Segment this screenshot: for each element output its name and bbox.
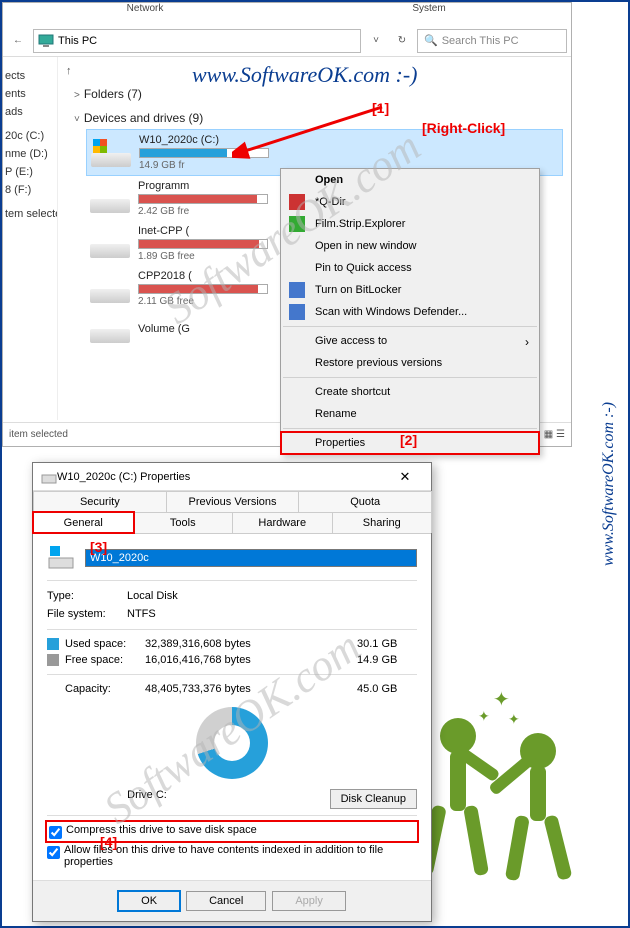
type-value: Local Disk	[127, 590, 178, 602]
index-checkbox[interactable]	[47, 846, 60, 859]
sidebar-item[interactable]: 8 (F:)	[3, 181, 57, 199]
svg-text:✦: ✦	[508, 711, 520, 727]
context-menu-item[interactable]: Turn on BitLocker	[281, 279, 539, 301]
annotation-2: [2]	[400, 432, 417, 448]
tab-security[interactable]: Security	[33, 491, 167, 512]
context-menu-item[interactable]: Open in new window	[281, 235, 539, 257]
svg-text:✦: ✦	[478, 708, 490, 724]
defender-icon	[289, 304, 305, 320]
drive-icon	[90, 315, 130, 343]
drive-icon	[90, 185, 130, 213]
tab-general[interactable]: General	[33, 512, 134, 533]
capacity-bytes: 48,405,733,376 bytes	[145, 683, 357, 695]
drive-name-input[interactable]	[85, 549, 417, 567]
sidebar-item[interactable]: tem selected	[3, 205, 57, 223]
decorative-figures: ✦ ✦ ✦	[408, 686, 588, 906]
disk-cleanup-button[interactable]: Disk Cleanup	[330, 789, 417, 809]
drive-icon	[91, 139, 131, 167]
sidebar-item[interactable]: P (E:)	[3, 163, 57, 181]
refresh-icon[interactable]: ↻	[391, 35, 413, 46]
usage-donut-chart	[196, 707, 268, 779]
properties-dialog: W10_2020c (C:) Properties ✕ SecurityPrev…	[32, 462, 432, 922]
sidebar-item[interactable]: 20c (C:)	[3, 127, 57, 145]
sidebar-fragment: ectsentsads 20c (C:)nme (D:)P (E:)8 (F:) t…	[3, 57, 58, 420]
cancel-button[interactable]: Cancel	[186, 891, 266, 911]
ribbon-network[interactable]: Network	[3, 3, 287, 25]
tab-tools[interactable]: Tools	[133, 512, 234, 533]
context-menu: Open*Q-DirFilm.Strip.ExplorerOpen in new…	[280, 168, 540, 455]
annotation-4: [4]	[100, 834, 117, 850]
context-menu-item[interactable]: Scan with Windows Defender...	[281, 301, 539, 323]
tab-previous-versions[interactable]: Previous Versions	[166, 491, 300, 512]
context-menu-item[interactable]: Rename	[281, 403, 539, 425]
apply-button[interactable]: Apply	[272, 891, 346, 911]
fs-value: NTFS	[127, 608, 156, 620]
ribbon-system[interactable]: System	[287, 3, 571, 25]
close-icon[interactable]: ✕	[387, 469, 423, 485]
ok-button[interactable]: OK	[118, 891, 180, 911]
tab-hardware[interactable]: Hardware	[232, 512, 333, 533]
bitlocker-icon	[289, 282, 305, 298]
vertical-watermark: www.SoftwareOK.com :-)	[600, 402, 618, 566]
view-icons[interactable]: ▦ ☰	[544, 429, 565, 440]
drive-icon	[90, 230, 130, 258]
up-icon[interactable]: ↑	[66, 65, 72, 77]
context-menu-item[interactable]: Pin to Quick access	[281, 257, 539, 279]
drive-icon	[41, 469, 57, 485]
url-overlay: www.SoftwareOK.com :-)	[192, 62, 418, 88]
pc-icon	[38, 33, 54, 49]
qdir-icon	[289, 194, 305, 210]
search-icon: 🔍	[424, 34, 438, 47]
nav-back-icon[interactable]: ←	[7, 35, 29, 46]
context-menu-item[interactable]: Give access to	[281, 330, 539, 352]
sidebar-item[interactable]: ects	[3, 67, 57, 85]
context-menu-item[interactable]: *Q-Dir	[281, 191, 539, 213]
status-text: item selected	[9, 429, 68, 440]
context-menu-item[interactable]: Film.Strip.Explorer	[281, 213, 539, 235]
annotation-3: [3]	[90, 539, 107, 555]
used-bytes: 32,389,316,608 bytes	[145, 638, 357, 650]
annotation-1: [1]	[372, 100, 389, 116]
svg-text:✦: ✦	[493, 689, 510, 711]
windows-drive-icon	[47, 544, 75, 572]
tab-quota[interactable]: Quota	[298, 491, 432, 512]
address-dropdown-icon[interactable]: ˅	[365, 35, 387, 46]
free-bytes: 16,016,416,768 bytes	[145, 654, 357, 666]
context-menu-item[interactable]: Restore previous versions	[281, 352, 539, 374]
context-menu-item[interactable]: Open	[281, 169, 539, 191]
sidebar-item[interactable]: nme (D:)	[3, 145, 57, 163]
annotation-right-click: [Right-Click]	[422, 120, 505, 136]
address-bar[interactable]: This PC	[33, 29, 361, 53]
sidebar-item[interactable]: ads	[3, 103, 57, 121]
context-menu-item[interactable]: Create shortcut	[281, 381, 539, 403]
search-input[interactable]: 🔍 Search This PC	[417, 29, 567, 53]
film-icon	[289, 216, 305, 232]
drive-icon	[90, 275, 130, 303]
dialog-title: W10_2020c (C:) Properties	[57, 471, 387, 483]
sidebar-item[interactable]: ents	[3, 85, 57, 103]
compress-checkbox[interactable]	[49, 826, 62, 839]
tab-sharing[interactable]: Sharing	[332, 512, 433, 533]
